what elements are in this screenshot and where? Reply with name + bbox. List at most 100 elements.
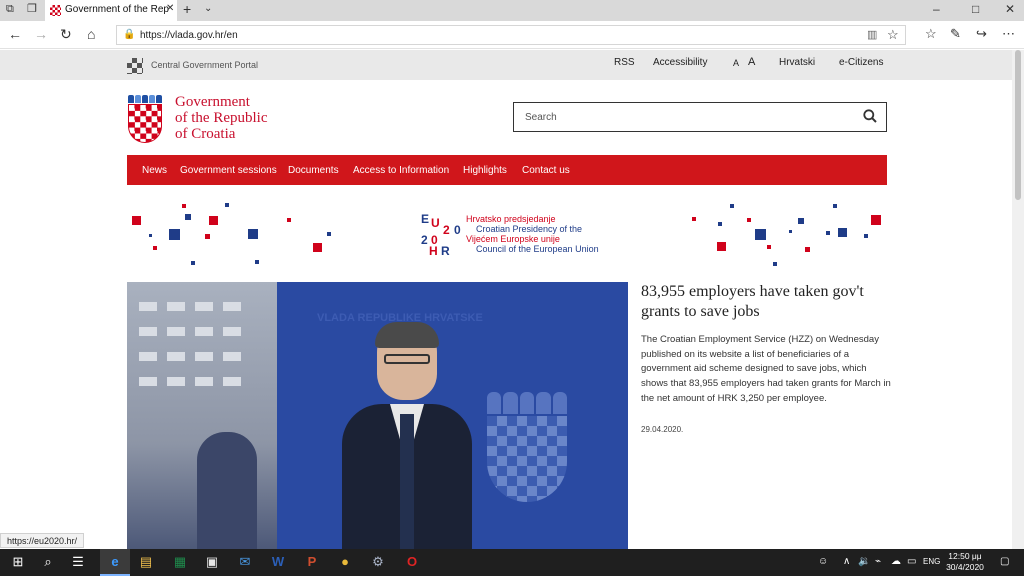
eu-presidency-banner[interactable]: E U 2 0 2 0 H R Hrvatsko predsjedanje Cr… [127,198,887,274]
input-language[interactable]: ENG [923,557,940,566]
decor-square [287,218,291,222]
favorite-star-icon[interactable]: ☆ [887,27,899,43]
search-input[interactable] [514,103,854,131]
search-icon[interactable] [863,109,877,123]
store-icon[interactable]: ▣ [204,554,220,570]
accessibility-link[interactable]: Accessibility [653,57,707,68]
battery-icon[interactable]: ▭ [907,556,916,567]
decor-square [826,231,830,235]
task-view-icon[interactable]: ☰ [70,554,86,570]
eu-line-3: Vijećem Europske unije [466,234,560,244]
opera-icon[interactable]: O [404,554,420,570]
decor-square [789,230,792,233]
browser-tab-active[interactable]: Government of the Rep ✕ [45,0,177,21]
home-icon[interactable]: ⌂ [87,26,95,42]
font-larger-button[interactable]: A [748,56,755,68]
decor-square [132,216,141,225]
refresh-icon[interactable]: ↻ [60,26,72,43]
people-icon[interactable]: ☺ [818,556,828,567]
nav-item-news[interactable]: News [142,165,167,176]
word-icon[interactable]: W [270,554,286,570]
tab-title: Government of the Rep [65,4,169,15]
reading-view-icon[interactable]: ▥ [867,28,877,41]
clock-time: 12:50 μμ [948,551,982,561]
decor-square [255,260,259,264]
decor-square [169,229,180,240]
page-scrollbar[interactable] [1012,50,1024,549]
file-explorer-icon[interactable]: ▤ [138,554,154,570]
decor-square [767,245,771,249]
rss-link[interactable]: RSS [614,57,635,68]
network-icon[interactable]: ⌁ [875,556,881,567]
edge-browser-icon[interactable]: e [107,554,123,570]
tab-actions-icon[interactable]: ⧉ [6,4,19,15]
eu-line-1: Hrvatsko predsjedanje [466,214,556,224]
search-box [513,102,887,132]
windows-start-icon[interactable]: ⊞ [10,554,26,570]
nav-item-documents[interactable]: Documents [288,165,339,176]
decor-square [871,215,881,225]
excel-icon[interactable]: ▦ [172,554,188,570]
croatia-coat-of-arms-logo[interactable] [128,95,162,143]
minimize-icon[interactable]: – [933,2,940,16]
decor-square [805,247,810,252]
eu-presidency-text: Hrvatsko predsjedanje Croatian Presidenc… [466,214,599,254]
nav-item-access-to-information[interactable]: Access to Information [353,165,449,176]
main-navigation: News Government sessions Documents Acces… [127,155,887,185]
status-bar-url: https://eu2020.hr/ [0,533,85,548]
decor-square [773,262,777,266]
site-logo-text[interactable]: Government of the Republic of Croatia [175,94,267,142]
tab-close-icon[interactable]: ✕ [166,3,174,14]
favorites-list-icon[interactable]: ☆ [925,26,937,42]
decor-square [191,261,195,265]
logo-line-3: of Croatia [175,126,236,142]
nav-item-contact-us[interactable]: Contact us [522,165,570,176]
forward-arrow-icon[interactable]: → [34,26,48,42]
share-icon[interactable]: ↪ [976,26,987,42]
portal-label: Central Government Portal [151,60,259,70]
notifications-icon[interactable]: ▢ [1000,556,1009,567]
nav-item-highlights[interactable]: Highlights [463,165,507,176]
article-date: 29.04.2020. [641,425,684,434]
chrome-icon[interactable]: ● [337,554,353,570]
decor-square [327,232,331,236]
new-tab-icon[interactable]: + [183,1,191,17]
font-smaller-button[interactable]: A [733,58,739,68]
more-menu-icon[interactable]: ⋯ [1002,26,1015,42]
close-window-icon[interactable]: ✕ [1005,2,1015,16]
decor-square [755,229,766,240]
decor-square [153,246,157,250]
nav-item-government-sessions[interactable]: Government sessions [180,165,277,176]
tab-preview-icon[interactable]: ❐ [27,4,40,15]
pen-icon[interactable]: ✎ [950,26,961,42]
logo-line-2: of the Republic [175,110,268,126]
hero-image[interactable]: VLADA REPUBLIKE HRVATSKE [127,282,628,549]
maximize-icon[interactable]: □ [972,2,979,16]
decor-square [225,203,229,207]
onedrive-icon[interactable]: ☁ [891,556,901,567]
mail-icon[interactable]: ✉ [237,554,253,570]
volume-icon[interactable]: 🔉 [858,556,870,567]
portal-logo-icon [127,58,143,74]
scrollbar-thumb[interactable] [1015,50,1021,200]
eu-line-2: Croatian Presidency of the [476,224,583,234]
decor-square [185,214,191,220]
decor-square [864,234,868,238]
powerpoint-icon[interactable]: P [304,554,320,570]
search-taskbar-icon[interactable]: ⌕ [40,554,56,570]
decor-square [182,204,186,208]
e-citizens-link[interactable]: e-Citizens [839,57,883,68]
tab-list-chevron-icon[interactable]: ⌄ [204,3,212,14]
logo-line-1: Government [175,94,250,110]
system-clock[interactable]: 12:50 μμ 30/4/2020 [940,551,990,573]
browser-tab-bar: ⧉ ❐ Government of the Rep ✕ + ⌄ – □ ✕ [0,0,1024,21]
speaker-figure [342,322,472,549]
portal-strip: Central Government Portal RSS Accessibil… [0,50,1012,80]
steam-icon[interactable]: ⚙ [370,554,386,570]
url-field[interactable]: 🔒 https://vlada.gov.hr/en ▥ ☆ [116,25,906,45]
back-arrow-icon[interactable]: ← [8,26,22,42]
hrvatski-link[interactable]: Hrvatski [779,57,815,68]
decor-square [717,242,726,251]
tray-chevron-icon[interactable]: ∧ [843,556,850,567]
article-title[interactable]: 83,955 employers have taken gov't grants… [641,282,891,322]
